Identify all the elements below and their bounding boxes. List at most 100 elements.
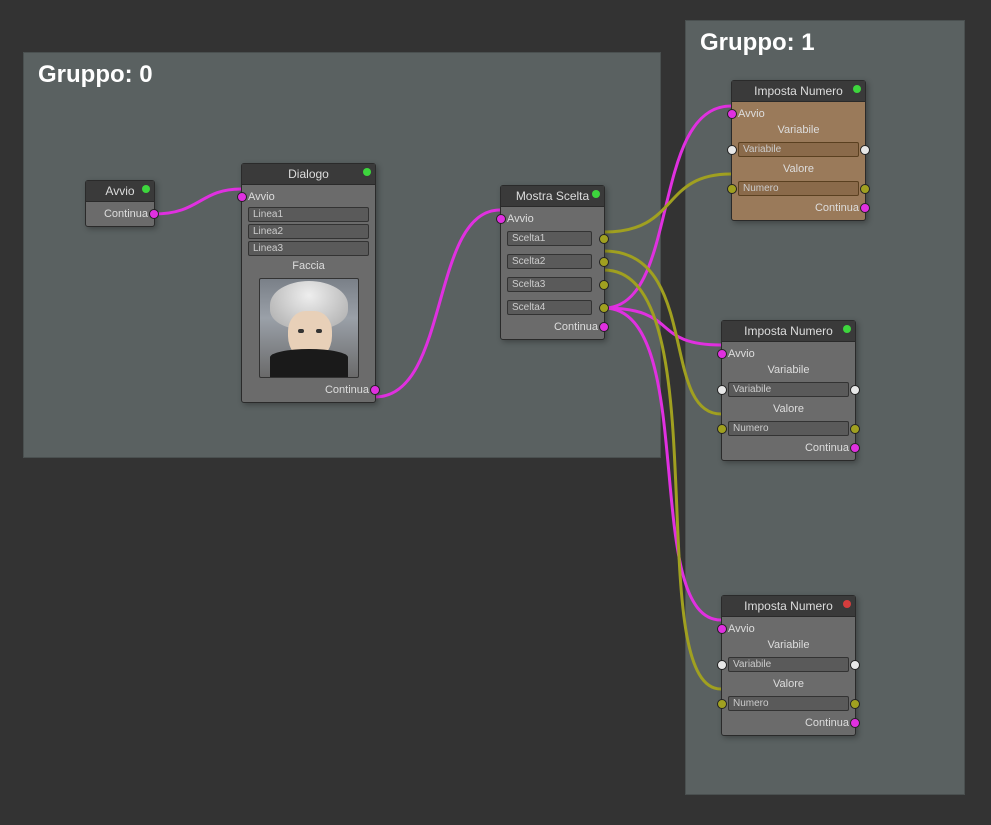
node-imposta3-header[interactable]: Imposta Numero	[722, 596, 855, 617]
mostra-scelta4-field[interactable]: Scelta4	[507, 300, 592, 315]
dialogo-line3-field[interactable]: Linea3	[248, 241, 369, 256]
imposta1-continua-row: Continua	[738, 200, 859, 216]
group-0-label: Gruppo: 0	[38, 61, 153, 89]
mostra-avvio-row: Avvio	[507, 211, 598, 227]
imposta3-avvio-row: Avvio	[728, 621, 849, 637]
imposta3-numero-field[interactable]: Numero	[728, 696, 849, 711]
imposta2-avvio-label: Avvio	[728, 348, 755, 360]
imposta1-variabile-row: Variabile	[738, 138, 859, 161]
dialogo-avvio-row: Avvio	[248, 189, 369, 205]
imposta3-variabile-field[interactable]: Variabile	[728, 657, 849, 672]
group-1-label: Gruppo: 1	[700, 29, 815, 57]
status-dot-icon	[363, 168, 371, 176]
avvio-continua-row: Continua	[92, 206, 148, 222]
node-imposta1-header[interactable]: Imposta Numero	[732, 81, 865, 102]
node-mostra-header[interactable]: Mostra Scelta	[501, 186, 604, 207]
dialogo-line2-field[interactable]: Linea2	[248, 224, 369, 239]
node-dialogo[interactable]: Dialogo Avvio Linea1 Linea2 Linea3 Facci…	[241, 163, 376, 403]
status-dot-icon	[142, 185, 150, 193]
port-in-white-icon[interactable]	[717, 660, 727, 670]
imposta1-numero-field[interactable]: Numero	[738, 181, 859, 196]
dialogo-continua-row: Continua	[248, 382, 369, 398]
port-in-white-icon[interactable]	[727, 145, 737, 155]
port-out-olive-icon[interactable]	[850, 424, 860, 434]
port-out-pink-icon[interactable]	[850, 443, 860, 453]
node-imposta-1[interactable]: Imposta Numero Avvio Variabile Variabile…	[731, 80, 866, 221]
imposta3-numero-row: Numero	[728, 692, 849, 715]
node-imposta2-header[interactable]: Imposta Numero	[722, 321, 855, 342]
port-in-pink-icon[interactable]	[496, 214, 506, 224]
port-in-pink-icon[interactable]	[727, 109, 737, 119]
dialogo-continua-label: Continua	[325, 384, 369, 396]
imposta1-numero-row: Numero	[738, 177, 859, 200]
imposta3-variabile-heading: Variabile	[728, 637, 849, 653]
imposta2-numero-row: Numero	[728, 417, 849, 440]
port-in-olive-icon[interactable]	[727, 184, 737, 194]
imposta2-continua-row: Continua	[728, 440, 849, 456]
port-out-olive-icon[interactable]	[850, 699, 860, 709]
node-avvio-header[interactable]: Avvio	[86, 181, 154, 202]
imposta1-valore-heading: Valore	[738, 161, 859, 177]
mostra-continua-row: Continua	[507, 319, 598, 335]
mostra-scelta2-field[interactable]: Scelta2	[507, 254, 592, 269]
imposta1-variabile-field[interactable]: Variabile	[738, 142, 859, 157]
imposta1-continua-label: Continua	[815, 202, 859, 214]
port-out-pink-icon[interactable]	[599, 322, 609, 332]
imposta2-variabile-row: Variabile	[728, 378, 849, 401]
node-imposta1-title: Imposta Numero	[754, 84, 843, 98]
mostra-scelta1-row: Scelta1	[507, 227, 598, 250]
node-mostra-title: Mostra Scelta	[516, 189, 589, 203]
imposta1-variabile-heading: Variabile	[738, 122, 859, 138]
port-out-pink-icon[interactable]	[370, 385, 380, 395]
port-out-pink-icon[interactable]	[149, 209, 159, 219]
port-out-olive-icon[interactable]	[599, 257, 609, 267]
imposta2-numero-field[interactable]: Numero	[728, 421, 849, 436]
port-out-pink-icon[interactable]	[850, 718, 860, 728]
imposta3-continua-label: Continua	[805, 717, 849, 729]
mostra-scelta3-field[interactable]: Scelta3	[507, 277, 592, 292]
imposta2-avvio-row: Avvio	[728, 346, 849, 362]
imposta3-continua-row: Continua	[728, 715, 849, 731]
port-in-olive-icon[interactable]	[717, 699, 727, 709]
node-imposta2-title: Imposta Numero	[744, 324, 833, 338]
port-in-white-icon[interactable]	[717, 385, 727, 395]
imposta1-avvio-row: Avvio	[738, 106, 859, 122]
port-out-white-icon[interactable]	[850, 385, 860, 395]
port-out-olive-icon[interactable]	[599, 280, 609, 290]
dialogo-face-image[interactable]	[259, 278, 359, 378]
imposta1-avvio-label: Avvio	[738, 108, 765, 120]
node-dialogo-header[interactable]: Dialogo	[242, 164, 375, 185]
node-avvio-title: Avvio	[105, 184, 134, 198]
port-in-pink-icon[interactable]	[237, 192, 247, 202]
node-imposta-3[interactable]: Imposta Numero Avvio Variabile Variabile…	[721, 595, 856, 736]
dialogo-avvio-label: Avvio	[248, 191, 275, 203]
mostra-avvio-label: Avvio	[507, 213, 534, 225]
node-avvio[interactable]: Avvio Continua	[85, 180, 155, 227]
dialogo-line1-field[interactable]: Linea1	[248, 207, 369, 222]
status-dot-icon	[843, 325, 851, 333]
imposta2-continua-label: Continua	[805, 442, 849, 454]
status-dot-icon	[853, 85, 861, 93]
imposta2-valore-heading: Valore	[728, 401, 849, 417]
port-in-olive-icon[interactable]	[717, 424, 727, 434]
imposta3-valore-heading: Valore	[728, 676, 849, 692]
node-imposta-2[interactable]: Imposta Numero Avvio Variabile Variabile…	[721, 320, 856, 461]
mostra-scelta3-row: Scelta3	[507, 273, 598, 296]
imposta2-variabile-heading: Variabile	[728, 362, 849, 378]
mostra-scelta1-field[interactable]: Scelta1	[507, 231, 592, 246]
port-in-pink-icon[interactable]	[717, 624, 727, 634]
dialogo-faccia-label: Faccia	[248, 258, 369, 274]
port-out-white-icon[interactable]	[860, 145, 870, 155]
imposta3-variabile-row: Variabile	[728, 653, 849, 676]
mostra-continua-label: Continua	[554, 321, 598, 333]
node-dialogo-title: Dialogo	[288, 167, 329, 181]
port-out-olive-icon[interactable]	[599, 303, 609, 313]
port-out-pink-icon[interactable]	[860, 203, 870, 213]
port-out-white-icon[interactable]	[850, 660, 860, 670]
imposta2-variabile-field[interactable]: Variabile	[728, 382, 849, 397]
node-mostra-scelta[interactable]: Mostra Scelta Avvio Scelta1 Scelta2 Scel…	[500, 185, 605, 340]
port-in-pink-icon[interactable]	[717, 349, 727, 359]
port-out-olive-icon[interactable]	[599, 234, 609, 244]
avvio-continua-label: Continua	[104, 208, 148, 220]
port-out-olive-icon[interactable]	[860, 184, 870, 194]
